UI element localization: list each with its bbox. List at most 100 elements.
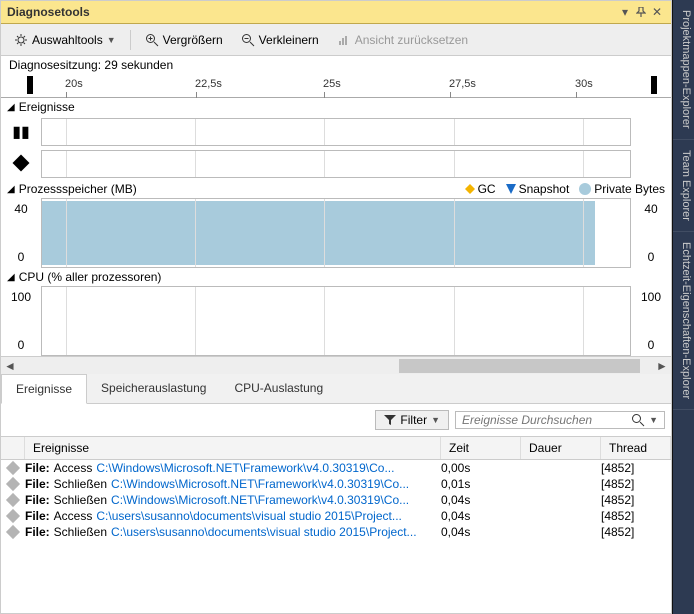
event-marker-icon	[6, 509, 20, 523]
col-duration[interactable]: Dauer	[521, 437, 601, 459]
axis-label: 40	[644, 202, 657, 216]
event-prefix: File:	[25, 477, 50, 491]
event-marker-icon	[6, 525, 20, 539]
events-section-header[interactable]: ◢ Ereignisse	[1, 98, 671, 116]
reset-view-button[interactable]: Ansicht zurücksetzen	[330, 30, 475, 50]
memory-legend: GC Snapshot Private Bytes	[465, 182, 665, 196]
grid-body: File: Access C:\Windows\Microsoft.NET\Fr…	[1, 460, 671, 613]
side-tab-solution[interactable]: Projektmappen-Explorer	[673, 0, 694, 140]
table-row[interactable]: File: Access C:\users\susanno\documents\…	[1, 508, 671, 524]
titlebar: Diagnosetools ▾ ✕	[1, 1, 671, 24]
event-time: 0,04s	[441, 493, 521, 507]
scroll-left-icon[interactable]: ◄	[1, 357, 19, 375]
event-thread: [4852]	[601, 477, 671, 491]
axis-label: 0	[648, 250, 655, 264]
diamond-icon[interactable]	[15, 157, 27, 172]
filter-button[interactable]: Filter ▼	[375, 410, 449, 430]
event-prefix: File:	[25, 493, 50, 507]
chart-icon	[337, 33, 351, 47]
select-tools-button[interactable]: Auswahltools ▼	[7, 30, 123, 50]
window-title: Diagnosetools	[7, 5, 617, 19]
events-chart[interactable]	[41, 118, 631, 146]
search-input[interactable]	[462, 413, 631, 427]
expander-icon: ◢	[7, 184, 15, 195]
dropdown-icon[interactable]: ▾	[617, 4, 633, 20]
chevron-down-icon[interactable]: ▼	[649, 415, 658, 425]
zoom-out-icon	[241, 33, 255, 47]
table-row[interactable]: File: Schließen C:\Windows\Microsoft.NET…	[1, 476, 671, 492]
chevron-down-icon: ▼	[107, 35, 116, 45]
pin-icon[interactable]	[633, 4, 649, 20]
time-ruler[interactable]: 20s 22,5s 25s 27,5s 30s	[1, 74, 671, 98]
scroll-thumb[interactable]	[399, 359, 640, 373]
toolbar: Auswahltools ▼ Vergrößern Verkleinern An…	[1, 24, 671, 56]
private-bytes-swatch	[579, 183, 591, 195]
event-prefix: File:	[25, 461, 50, 475]
zoom-in-button[interactable]: Vergrößern	[138, 30, 230, 50]
axis-label: 0	[18, 338, 25, 352]
ruler-tick: 25s	[323, 78, 341, 90]
col-thread[interactable]: Thread	[601, 437, 671, 459]
side-tab-realtime[interactable]: Echtzeit-Eigenschaften-Explorer	[673, 232, 694, 410]
ruler-start-marker	[27, 76, 33, 94]
chevron-down-icon: ▼	[431, 415, 440, 425]
event-time: 0,00s	[441, 461, 521, 475]
axis-label: 0	[18, 250, 25, 264]
pause-icon[interactable]: ▮▮	[12, 122, 30, 142]
gear-icon	[14, 33, 28, 47]
cpu-chart[interactable]	[41, 286, 631, 356]
side-tab-team[interactable]: Team Explorer	[673, 140, 694, 232]
table-row[interactable]: File: Schließen C:\Windows\Microsoft.NET…	[1, 492, 671, 508]
ruler-tick: 22,5s	[195, 78, 222, 90]
table-row[interactable]: File: Access C:\Windows\Microsoft.NET\Fr…	[1, 460, 671, 476]
search-icon[interactable]	[631, 413, 645, 427]
event-path-link[interactable]: C:\users\susanno\documents\visual studio…	[96, 509, 402, 523]
event-thread: [4852]	[601, 461, 671, 475]
side-panel: Projektmappen-Explorer Team Explorer Ech…	[672, 0, 694, 614]
tab-events[interactable]: Ereignisse	[1, 374, 87, 404]
scroll-right-icon[interactable]: ►	[653, 357, 671, 375]
memory-chart[interactable]	[41, 198, 631, 268]
ruler-tick: 27,5s	[449, 78, 476, 90]
cpu-section-header[interactable]: ◢ CPU (% aller prozessoren)	[1, 268, 671, 286]
memory-section-header[interactable]: ◢ Prozessspeicher (MB) GC Snapshot Priva…	[1, 180, 671, 198]
table-row[interactable]: File: Schließen C:\users\susanno\documen…	[1, 524, 671, 540]
horizontal-scrollbar[interactable]: ◄ ►	[1, 356, 671, 374]
snapshot-marker-icon	[506, 184, 516, 194]
col-event[interactable]: Ereignisse	[25, 437, 441, 459]
bottom-tabstrip: Ereignisse Speicherauslastung CPU-Auslas…	[1, 374, 671, 404]
event-action: Schließen	[54, 477, 107, 491]
close-icon[interactable]: ✕	[649, 4, 665, 20]
expander-icon: ◢	[7, 272, 15, 283]
events-chart-2[interactable]	[41, 150, 631, 178]
col-time[interactable]: Zeit	[441, 437, 521, 459]
axis-label: 100	[11, 290, 31, 304]
event-action: Access	[54, 509, 93, 523]
axis-label: 100	[641, 290, 661, 304]
event-prefix: File:	[25, 509, 50, 523]
event-marker-icon	[6, 461, 20, 475]
event-action: Schließen	[54, 525, 107, 539]
event-thread: [4852]	[601, 493, 671, 507]
expander-icon: ◢	[7, 102, 15, 113]
axis-label: 0	[648, 338, 655, 352]
tab-memory[interactable]: Speicherauslastung	[87, 374, 220, 403]
event-time: 0,04s	[441, 509, 521, 523]
zoom-out-button[interactable]: Verkleinern	[234, 30, 326, 50]
event-path-link[interactable]: C:\Windows\Microsoft.NET\Framework\v4.0.…	[111, 493, 409, 507]
separator	[130, 30, 131, 50]
event-action: Schließen	[54, 493, 107, 507]
search-input-container: ▼	[455, 411, 665, 429]
gc-marker-icon	[465, 184, 475, 194]
filter-icon	[384, 414, 396, 426]
axis-label: 40	[14, 202, 27, 216]
event-prefix: File:	[25, 525, 50, 539]
event-path-link[interactable]: C:\Windows\Microsoft.NET\Framework\v4.0.…	[96, 461, 394, 475]
filter-bar: Filter ▼ ▼	[1, 404, 671, 436]
tab-cpu[interactable]: CPU-Auslastung	[220, 374, 337, 403]
event-action: Access	[54, 461, 93, 475]
session-label: Diagnosesitzung: 29 sekunden	[1, 56, 671, 74]
event-path-link[interactable]: C:\users\susanno\documents\visual studio…	[111, 525, 417, 539]
event-thread: [4852]	[601, 525, 671, 539]
event-path-link[interactable]: C:\Windows\Microsoft.NET\Framework\v4.0.…	[111, 477, 409, 491]
